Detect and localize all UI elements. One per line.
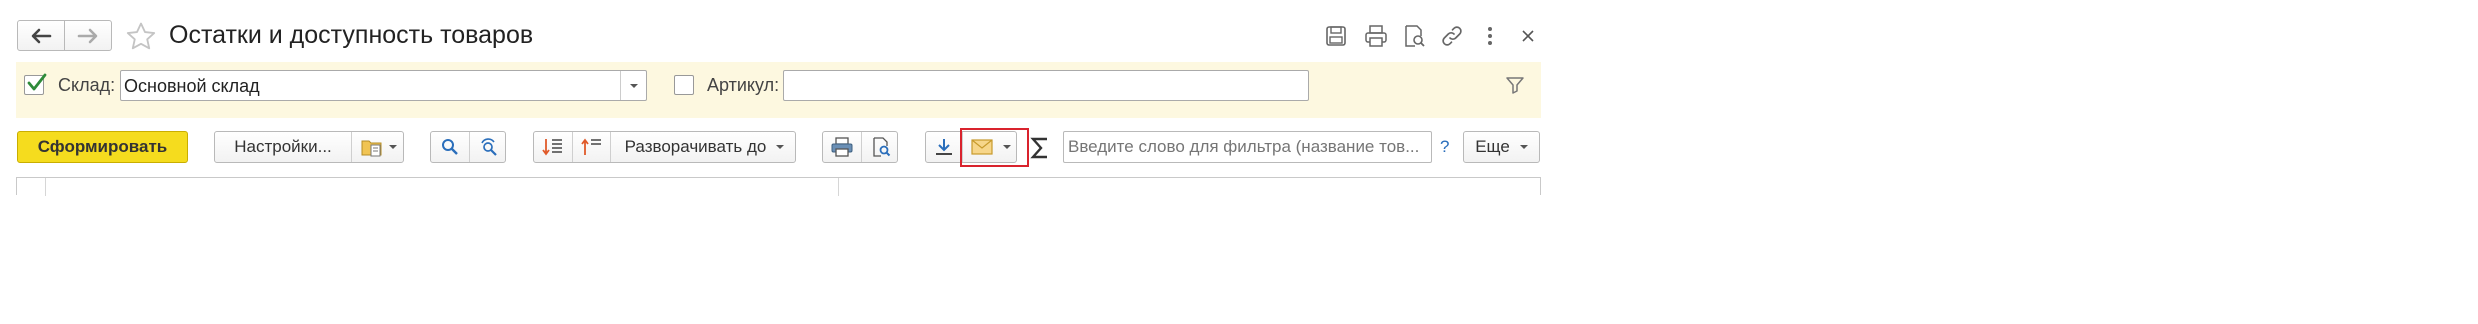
- warehouse-label: Склад:: [58, 75, 116, 95]
- more-label: Еще: [1475, 137, 1510, 156]
- expand-label: Разворачивать до: [624, 137, 767, 156]
- warehouse-value: Основной склад: [124, 76, 260, 96]
- settings-button[interactable]: Настройки...: [215, 132, 351, 162]
- favorite-star-icon[interactable]: [124, 20, 158, 54]
- print-preview-button[interactable]: [861, 132, 900, 162]
- chevron-down-icon: [1519, 145, 1528, 149]
- report-area: [16, 177, 1541, 196]
- grouping-group: Разворачивать до: [533, 131, 796, 163]
- search-group: [430, 131, 506, 163]
- warehouse-field[interactable]: Основной склад: [120, 70, 647, 101]
- warehouse-checkbox[interactable]: [24, 73, 47, 95]
- save-to-file-button[interactable]: [926, 132, 962, 162]
- more-vertical-icon[interactable]: [1484, 25, 1496, 47]
- help-link[interactable]: ?: [1440, 137, 1449, 157]
- link-icon[interactable]: [1440, 24, 1464, 48]
- chevron-down-icon: [389, 145, 397, 149]
- save-icon[interactable]: [1325, 25, 1347, 47]
- forward-button[interactable]: [64, 20, 112, 51]
- settings-label: Настройки...: [234, 137, 332, 156]
- search-filter-input[interactable]: [1063, 131, 1432, 163]
- print-preview-icon: [871, 137, 891, 157]
- filter-funnel-icon[interactable]: [1505, 75, 1525, 95]
- email-highlight-box: [960, 128, 1029, 167]
- report-column-divider: [838, 178, 839, 196]
- article-field[interactable]: [783, 70, 1309, 101]
- article-checkbox[interactable]: [674, 75, 694, 95]
- download-icon: [934, 137, 954, 157]
- search-refresh-icon: [479, 137, 499, 157]
- sum-icon[interactable]: [1030, 137, 1050, 159]
- collapse-rows-icon: [581, 137, 603, 157]
- chevron-down-icon: [629, 83, 638, 88]
- warehouse-dropdown-button[interactable]: [620, 71, 646, 100]
- settings-group: Настройки...: [214, 131, 404, 163]
- print-group: [822, 131, 898, 163]
- print-button[interactable]: [823, 132, 861, 162]
- cancel-search-button[interactable]: [469, 132, 508, 162]
- generate-button[interactable]: Сформировать: [17, 131, 188, 163]
- expand-to-button[interactable]: Разворачивать до: [610, 132, 798, 162]
- chevron-down-icon: [776, 145, 785, 149]
- preview-icon[interactable]: [1402, 24, 1426, 48]
- close-icon[interactable]: [1520, 28, 1536, 44]
- expand-rows-icon: [542, 137, 564, 157]
- search-icon: [441, 138, 459, 156]
- article-label: Артикул:: [707, 75, 780, 95]
- back-button[interactable]: [17, 20, 65, 51]
- more-button[interactable]: Еще: [1463, 131, 1540, 163]
- variants-dropdown-button[interactable]: [351, 132, 406, 162]
- report-column-divider: [45, 178, 46, 196]
- print-icon[interactable]: [1364, 24, 1388, 48]
- folder-icon: [361, 137, 383, 157]
- collapse-all-button[interactable]: [572, 132, 611, 162]
- expand-all-button[interactable]: [534, 132, 572, 162]
- generate-label: Сформировать: [37, 137, 168, 156]
- find-button[interactable]: [431, 132, 469, 162]
- page-title: Остатки и доступность товаров: [169, 21, 534, 49]
- arrow-right-icon: [77, 28, 99, 44]
- printer-icon: [831, 137, 853, 157]
- checkmark-icon: [26, 72, 48, 94]
- arrow-left-icon: [30, 28, 52, 44]
